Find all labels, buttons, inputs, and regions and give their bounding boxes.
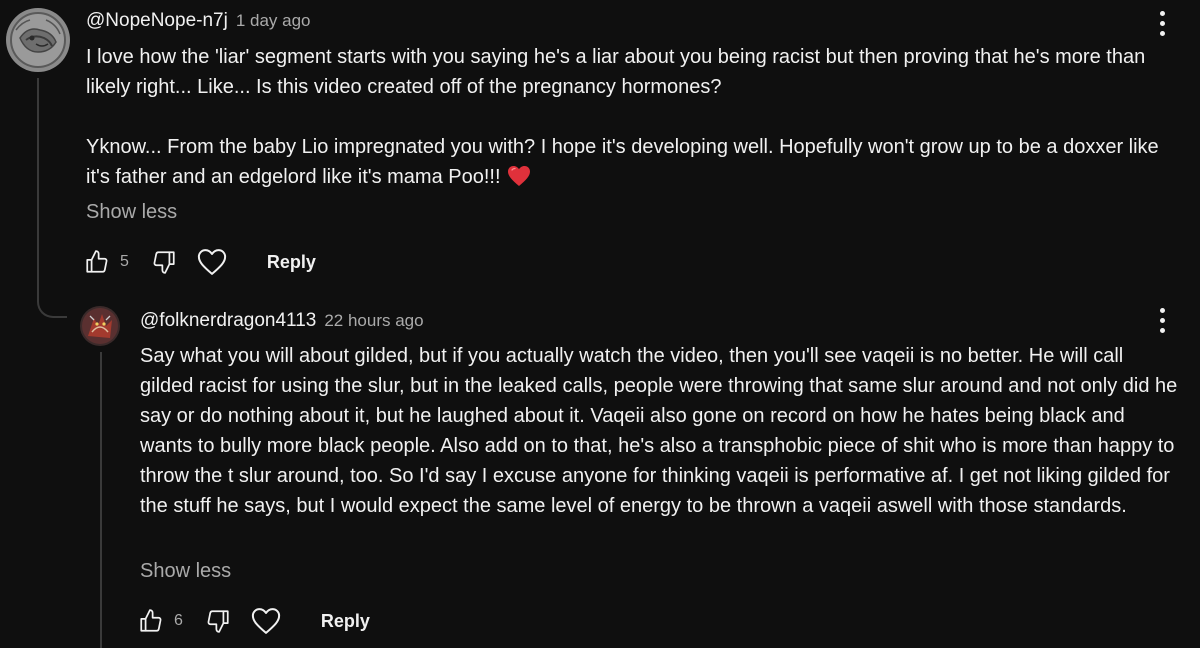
creator-heart-button[interactable] [197,248,227,276]
thread-line [37,78,39,298]
comments-section: @NopeNope-n7j 1 day ago I love how the '… [0,0,1200,648]
comment-author[interactable]: @NopeNope-n7j [86,10,228,32]
show-less-button[interactable]: Show less [140,560,231,583]
dislike-button[interactable] [151,249,177,275]
comment-body: I love how the 'liar' segment starts wit… [86,42,1166,196]
thread-connector [37,288,67,318]
reply-button[interactable]: Reply [321,611,370,632]
reply-body: Say what you will about gilded, but if y… [140,341,1180,521]
like-button[interactable] [138,608,164,634]
comment-timestamp[interactable]: 1 day ago [236,11,311,31]
show-less-button[interactable]: Show less [86,201,177,224]
comment-header: @NopeNope-n7j 1 day ago [86,10,311,32]
thumbs-up-icon [140,609,162,632]
reply-paragraph: Say what you will about gilded, but if y… [140,345,1178,517]
thumbs-down-icon [153,251,175,274]
dislike-button[interactable] [205,608,231,634]
comment-paragraph: Yknow... From the baby Lio impregnated y… [86,132,1166,196]
reply-more-button[interactable] [1152,303,1172,337]
creator-heart-button[interactable] [251,607,281,635]
more-vertical-icon [1159,10,1165,16]
reply-button[interactable]: Reply [267,252,316,273]
comment-paragraph: I love how the 'liar' segment starts wit… [86,46,1146,98]
heart-outline-icon [197,249,227,275]
commenter-avatar[interactable] [6,8,70,72]
reply-author-avatar[interactable] [80,306,120,346]
thumbs-down-icon [207,610,229,633]
reply-timestamp[interactable]: 22 hours ago [324,311,423,331]
like-button[interactable] [84,249,110,275]
reply-author[interactable]: @folknerdragon4113 [140,310,316,332]
reply-actions: 6 Reply [138,604,370,638]
thumbs-up-icon [86,250,108,273]
comment-more-button[interactable] [1152,6,1172,40]
like-count: 5 [120,253,129,270]
like-count: 6 [174,612,183,629]
heart-outline-icon [251,608,281,634]
red-heart-emoji-icon [507,165,531,196]
thread-line [100,352,102,648]
more-vertical-icon [1159,307,1165,313]
comment-actions: 5 Reply [84,245,316,279]
reply-header: @folknerdragon4113 22 hours ago [140,310,424,332]
